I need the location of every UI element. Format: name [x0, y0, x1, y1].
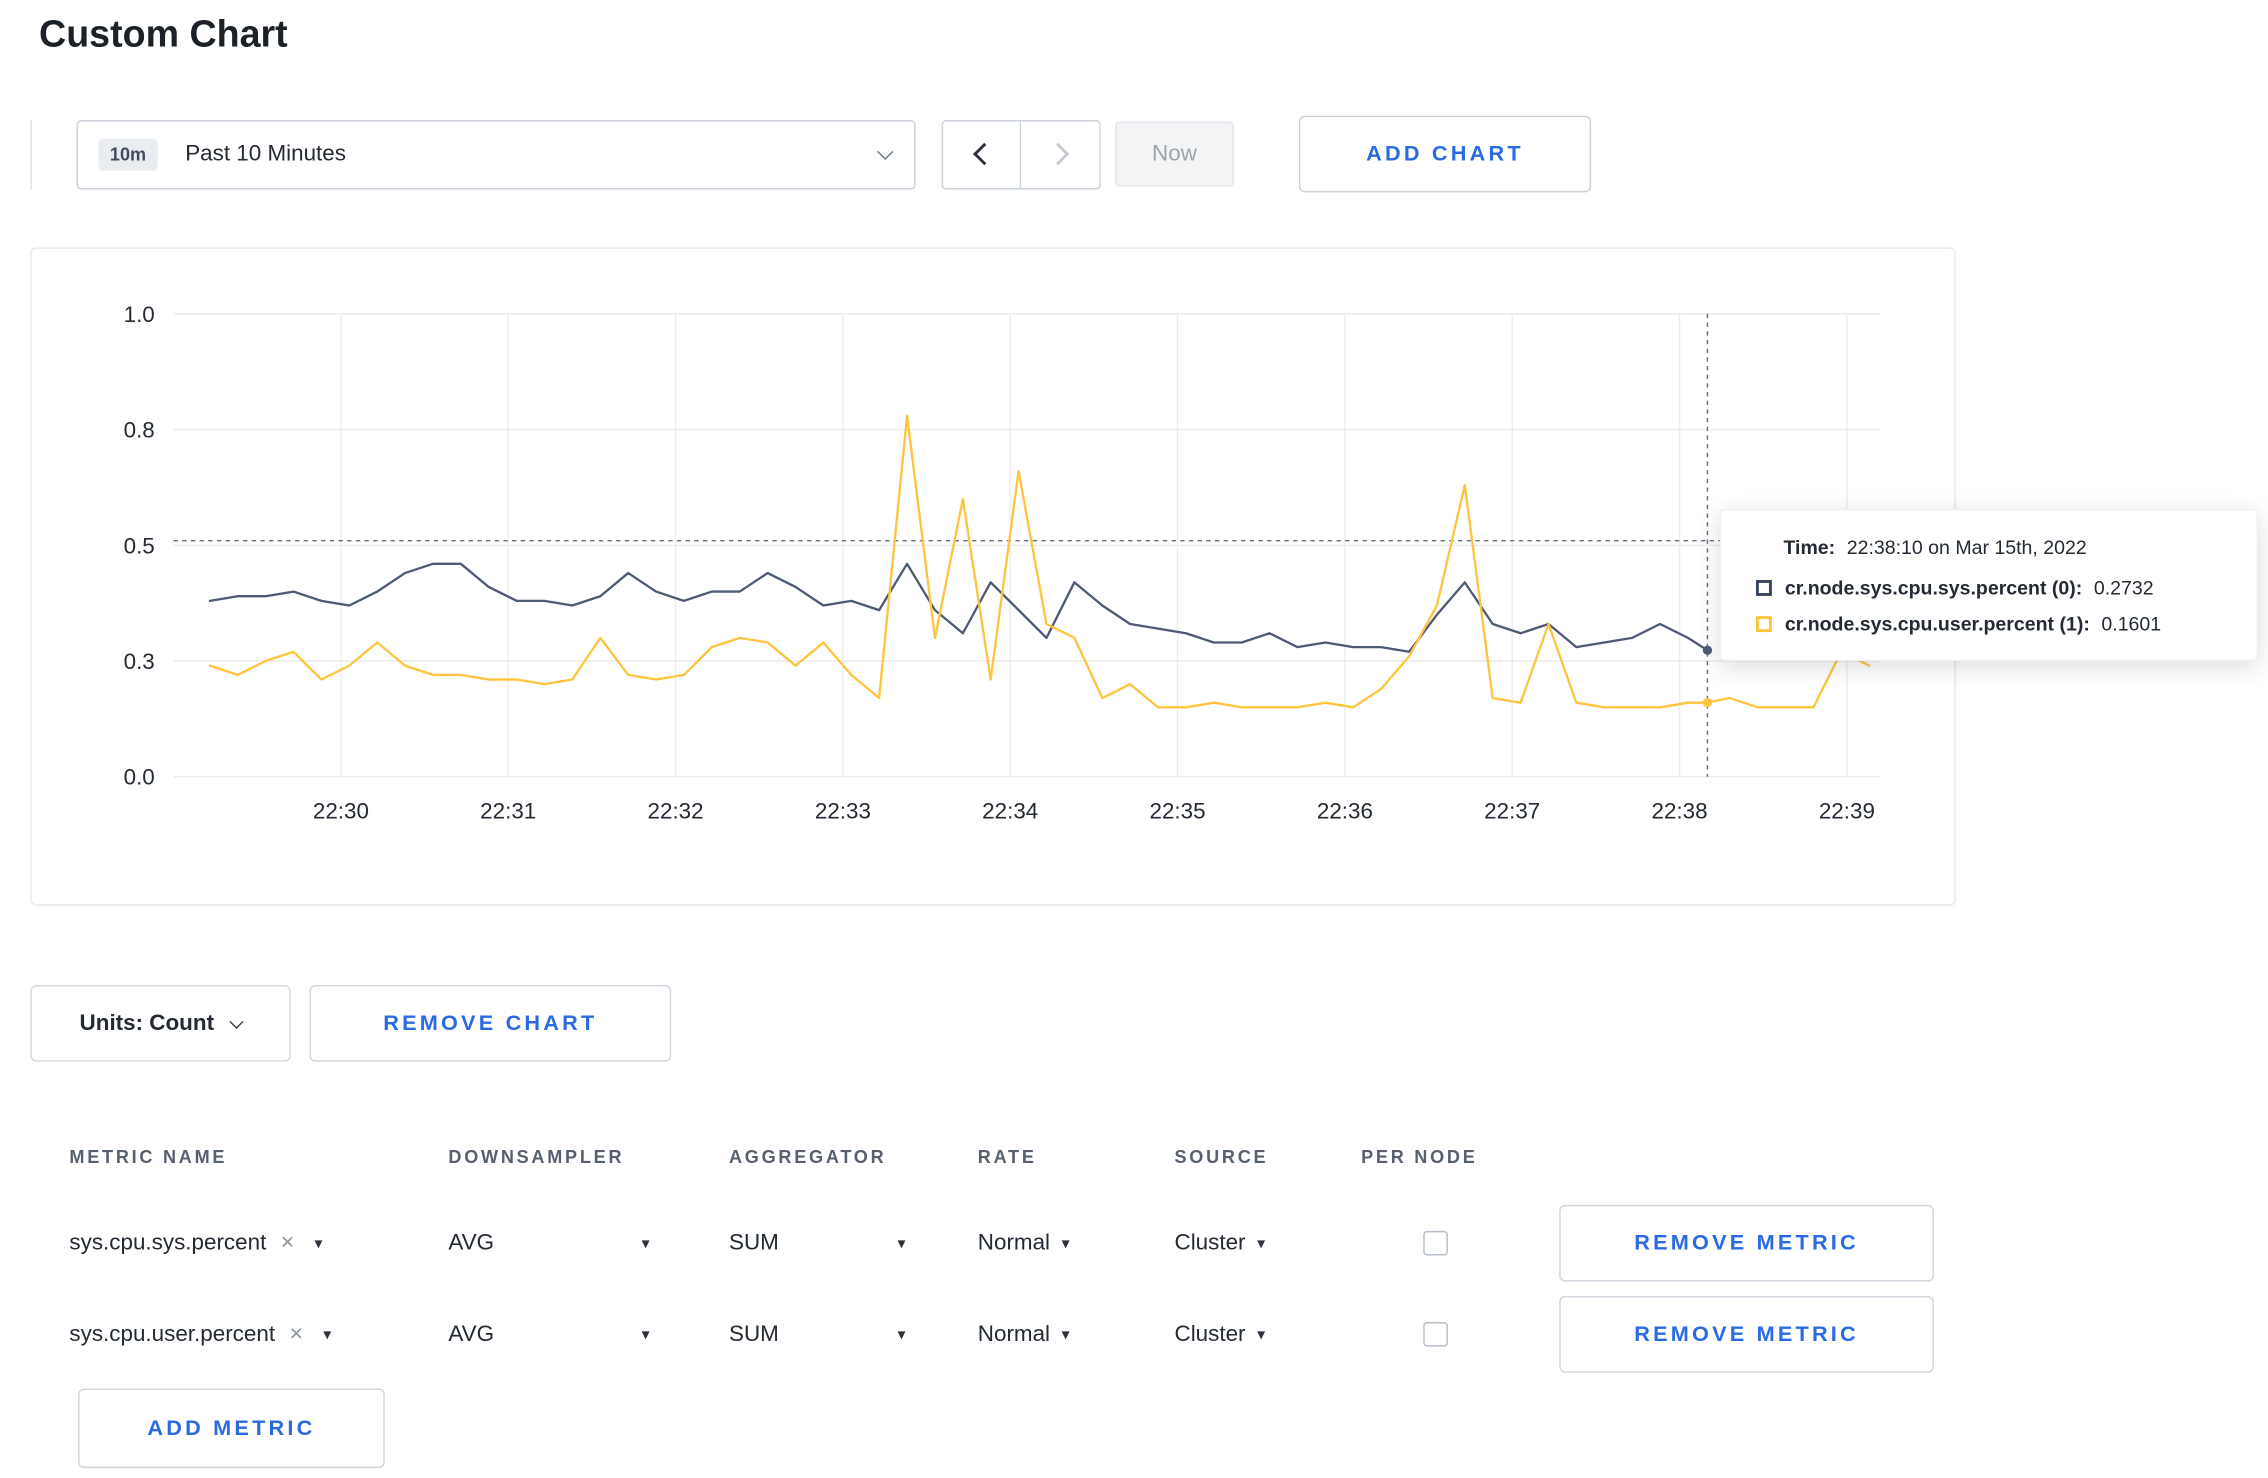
source-select[interactable]: Cluster ▾ [1174, 1321, 1361, 1347]
col-header-rate: RATE [977, 1147, 1037, 1168]
col-header-downsampler: DOWNSAMPLER [448, 1147, 625, 1168]
time-range-label: Past 10 Minutes [185, 141, 346, 166]
tooltip-series-row: cr.node.sys.cpu.sys.percent (0): 0.2732 [1755, 577, 2230, 599]
chart-controls: Units: Count REMOVE CHART [30, 985, 2268, 1062]
time-next-button[interactable] [1021, 119, 1101, 189]
caret-down-icon: ▾ [641, 1326, 650, 1344]
source-value: Cluster [1174, 1321, 1246, 1346]
remove-metric-button[interactable]: REMOVE METRIC [1559, 1204, 1934, 1282]
caret-down-icon: ▾ [897, 1235, 906, 1253]
downsampler-value: AVG [448, 1321, 495, 1346]
svg-text:22:30: 22:30 [313, 799, 369, 824]
caret-down-icon: ▾ [1257, 1326, 1266, 1344]
per-node-checkbox[interactable] [1423, 1322, 1448, 1347]
downsampler-select[interactable]: AVG ▾ [448, 1321, 729, 1347]
col-header-metric-name: METRIC NAME [69, 1147, 228, 1168]
series-user-swatch-icon [1755, 616, 1772, 633]
remove-metric-x-icon[interactable]: × [281, 1231, 295, 1255]
rate-value: Normal [977, 1230, 1051, 1255]
chevron-down-icon [229, 1014, 244, 1029]
units-label: Units: Count [79, 1010, 215, 1035]
svg-text:0.3: 0.3 [124, 649, 155, 674]
units-select[interactable]: Units: Count [30, 985, 291, 1062]
tooltip-series-value: 0.1601 [2101, 613, 2162, 635]
metric-name-cell[interactable]: sys.cpu.sys.percent × ▾ [69, 1230, 448, 1256]
page-title: Custom Chart [39, 11, 288, 55]
caret-down-icon: ▾ [1061, 1326, 1070, 1344]
rate-select[interactable]: Normal ▾ [978, 1321, 1175, 1347]
tooltip-time-label: Time: [1783, 536, 1836, 559]
svg-text:22:32: 22:32 [648, 799, 704, 824]
caret-down-icon[interactable]: ▾ [315, 1234, 323, 1252]
svg-text:22:35: 22:35 [1150, 799, 1206, 824]
svg-text:22:36: 22:36 [1317, 799, 1373, 824]
chart-card: 0.0 0.3 0.5 0.8 1.0 22:30 22:31 22:32 22:33 22:34… [30, 247, 2258, 906]
toolbar-divider [30, 119, 32, 189]
chevron-down-icon [877, 142, 894, 160]
now-button[interactable]: Now [1115, 121, 1234, 187]
time-pager [941, 119, 1101, 189]
chevron-left-icon [973, 142, 996, 166]
metrics-table-header: METRIC NAME DOWNSAMPLER AGGREGATOR RATE … [30, 1117, 1952, 1198]
aggregator-select[interactable]: SUM ▾ [729, 1230, 978, 1256]
time-range-select[interactable]: 10m Past 10 Minutes [76, 119, 916, 189]
svg-text:22:31: 22:31 [480, 799, 536, 824]
svg-text:1.0: 1.0 [124, 302, 155, 327]
downsampler-value: AVG [448, 1230, 495, 1255]
aggregator-value: SUM [728, 1230, 779, 1255]
tooltip-time-row: Time: 22:38:10 on Mar 15th, 2022 [1756, 537, 2230, 559]
col-header-source: SOURCE [1174, 1147, 1269, 1168]
metric-name-value: sys.cpu.sys.percent [69, 1230, 267, 1255]
per-node-checkbox[interactable] [1423, 1230, 1448, 1256]
tooltip-series-value: 0.2732 [2093, 577, 2154, 599]
source-value: Cluster [1174, 1230, 1246, 1255]
svg-text:22:37: 22:37 [1484, 799, 1540, 824]
tooltip-series-row: cr.node.sys.cpu.user.percent (1): 0.1601 [1755, 613, 2230, 635]
caret-down-icon: ▾ [1257, 1235, 1266, 1253]
add-metric-button[interactable]: ADD METRIC [78, 1388, 385, 1469]
metric-row: sys.cpu.sys.percent × ▾ AVG ▾ SUM ▾ Norm… [30, 1198, 1952, 1289]
svg-text:0.0: 0.0 [124, 765, 155, 790]
svg-text:22:38: 22:38 [1652, 799, 1708, 824]
svg-text:22:33: 22:33 [815, 799, 871, 824]
col-header-aggregator: AGGREGATOR [728, 1147, 887, 1168]
tooltip-series-name: cr.node.sys.cpu.user.percent (1): [1784, 613, 2090, 635]
chart-tooltip: Time: 22:38:10 on Mar 15th, 2022 cr.node.… [1719, 509, 2258, 662]
caret-down-icon: ▾ [897, 1326, 906, 1344]
caret-down-icon: ▾ [1061, 1235, 1070, 1253]
svg-text:22:39: 22:39 [1819, 799, 1875, 824]
svg-text:22:34: 22:34 [982, 799, 1038, 824]
rate-select[interactable]: Normal ▾ [978, 1230, 1175, 1256]
time-prev-button[interactable] [941, 119, 1022, 189]
metrics-table: METRIC NAME DOWNSAMPLER AGGREGATOR RATE … [30, 1116, 1953, 1469]
metric-row: sys.cpu.user.percent × ▾ AVG ▾ SUM ▾ Nor… [30, 1289, 1952, 1380]
downsampler-select[interactable]: AVG ▾ [448, 1230, 729, 1256]
metrics-chart[interactable]: 0.0 0.3 0.5 0.8 1.0 22:30 22:31 22:32 22:33 22:34… [32, 249, 1954, 904]
source-select[interactable]: Cluster ▾ [1174, 1230, 1361, 1256]
chevron-right-icon [1046, 142, 1069, 166]
metric-name-cell[interactable]: sys.cpu.user.percent × ▾ [69, 1321, 448, 1347]
toolbar: 10m Past 10 Minutes Now ADD CHART [30, 115, 2268, 193]
custom-chart-page: Custom Chart 10m Past 10 Minutes Now ADD… [0, 0, 2268, 1478]
tooltip-time-value: 22:38:10 on Mar 15th, 2022 [1846, 536, 2087, 559]
caret-down-icon[interactable]: ▾ [323, 1325, 331, 1343]
aggregator-value: SUM [728, 1321, 779, 1346]
add-chart-button[interactable]: ADD CHART [1298, 115, 1592, 193]
metric-name-value: sys.cpu.user.percent [69, 1321, 276, 1346]
series-sys-swatch-icon [1755, 580, 1772, 596]
aggregator-select[interactable]: SUM ▾ [729, 1321, 978, 1347]
col-header-per-node: PER NODE [1361, 1147, 1478, 1168]
rate-value: Normal [977, 1321, 1051, 1346]
remove-metric-x-icon[interactable]: × [290, 1322, 304, 1346]
remove-chart-button[interactable]: REMOVE CHART [309, 985, 672, 1062]
time-range-badge: 10m [98, 138, 158, 170]
svg-text:0.5: 0.5 [124, 533, 155, 558]
svg-text:0.8: 0.8 [124, 418, 155, 443]
caret-down-icon: ▾ [641, 1235, 650, 1253]
remove-metric-button[interactable]: REMOVE METRIC [1559, 1295, 1934, 1373]
tooltip-series-name: cr.node.sys.cpu.sys.percent (0): [1784, 577, 2083, 599]
